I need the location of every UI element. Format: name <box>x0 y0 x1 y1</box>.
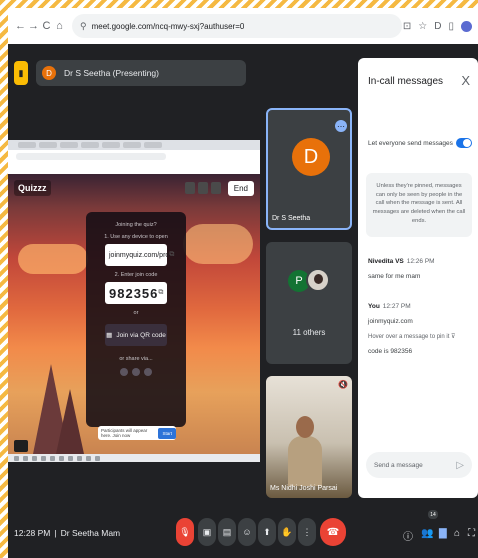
send-message-placeholder: Send a message <box>374 461 423 469</box>
messages-info: Unless they're pinned, messages can only… <box>366 173 472 237</box>
allow-messages-toggle[interactable] <box>456 138 472 148</box>
participant-avatar: D <box>292 138 330 176</box>
message-text: code is 982356 <box>368 348 413 355</box>
people-icon[interactable]: 👥 <box>421 528 433 539</box>
send-message-input[interactable]: Send a message ▷ <box>366 452 472 478</box>
allow-messages-label: Let everyone send messages <box>368 139 453 147</box>
message-sender: You <box>368 303 380 310</box>
or-label: or <box>133 310 139 316</box>
quiz-notification: Participants will appear here. Join now … <box>98 426 176 440</box>
quiz-logo: Quizzz <box>14 180 51 196</box>
fullscreen-icon <box>210 182 221 194</box>
message-text: joinmyquiz.com <box>368 318 413 325</box>
qr-code-icon: ▦ <box>106 332 113 339</box>
join-url: joinmyquiz.com/pro <box>109 251 170 259</box>
shared-screen: Quizzz End Joining the quiz? 1. Use any … <box>8 140 260 462</box>
separator: | <box>54 528 57 538</box>
screen-cast-icon[interactable]: ⊡ <box>403 21 411 32</box>
allow-messages-row: Let everyone send messages <box>368 138 472 148</box>
back-icon[interactable]: ← <box>14 20 27 32</box>
shared-address-bar <box>8 150 260 162</box>
join-title: Joining the quiz? <box>115 222 157 228</box>
message-time: 12:27 PM <box>382 303 411 310</box>
activities-icon[interactable]: ⌂ <box>454 528 460 539</box>
reload-icon[interactable]: C <box>40 20 53 32</box>
others-count-label: 11 others <box>292 328 326 337</box>
close-icon[interactable]: X <box>461 73 470 88</box>
quiz-end-button: End <box>227 180 254 196</box>
quiz-start-button: Start <box>158 427 176 439</box>
participant-tile-presenter[interactable]: D ⋯ Dr S Seetha <box>266 108 352 230</box>
join-code: 982356 <box>109 285 159 301</box>
join-card: Joining the quiz? 1. Use any device to o… <box>86 212 186 427</box>
join-step-2: 2. Enter join code <box>114 272 158 278</box>
presenter-avatar: D <box>42 66 56 80</box>
url-text: meet.google.com/ncq-mwy-sxj?authuser=0 <box>91 21 245 31</box>
leave-call-button[interactable]: ☎ <box>320 518 346 546</box>
join-url-field: joinmyquiz.com/pro ⧉ <box>105 244 174 266</box>
volume-icon <box>197 182 208 194</box>
participant-name: Dr S Seetha <box>272 215 311 222</box>
meeting-time: 12:28 PM <box>14 528 51 538</box>
present-button[interactable]: ⬆ <box>258 518 276 546</box>
chat-message: Nivedita VS 12:26 PM same for me mam <box>368 258 472 280</box>
join-step-1: 1. Use any device to open <box>104 234 168 240</box>
address-bar[interactable]: ⚲ meet.google.com/ncq-mwy-sxj?authuser=0 <box>72 14 402 38</box>
qr-join-label: Join via QR code <box>116 331 166 339</box>
participant-tile-others[interactable]: P 11 others <box>266 242 352 364</box>
presenting-label: Dr S Seetha (Presenting) <box>64 68 159 78</box>
sidepanel-icon[interactable]: ▯ <box>448 21 454 32</box>
mic-muted-icon: 🔇 <box>338 380 348 389</box>
participant-video <box>266 376 352 498</box>
captions-button[interactable]: ▤ <box>218 518 236 546</box>
host-controls-icon[interactable]: ⛶ <box>468 528 475 539</box>
emoji-button[interactable]: ☺ <box>238 518 256 546</box>
settings-icon <box>184 182 195 194</box>
meeting-control-bar: 12:28 PM | Dr Seetha Mam 🎙 ▣ ▤ ☺ ⬆ ✋ ⋮ ☎… <box>8 508 478 558</box>
meeting-name: Dr Seetha Mam <box>60 528 121 538</box>
participant-name: Ms Nidhi Joshi Parsai <box>270 485 338 492</box>
pin-hint: Hover over a message to pin it ⊽ <box>368 334 456 340</box>
presenter-bar: ▮ D Dr S Seetha (Presenting) <box>8 58 246 88</box>
captions-thumbnail <box>14 440 28 452</box>
copy-icon: ⧉ <box>158 289 164 296</box>
message-sender: Nivedita VS <box>368 258 404 265</box>
bookmark-star-icon[interactable]: ☆ <box>418 21 427 32</box>
share-via-label: or share via... <box>119 356 153 362</box>
message-text: same for me mam <box>368 273 421 280</box>
raise-hand-button[interactable]: ✋ <box>278 518 296 546</box>
presentation-icon[interactable]: ▮ <box>14 61 28 85</box>
in-call-messages-panel: In-call messages X Let everyone send mes… <box>358 58 478 498</box>
panel-title: In-call messages <box>368 76 444 87</box>
copy-icon: ⧉ <box>169 251 175 258</box>
qr-join-button: ▦ Join via QR code <box>105 324 167 346</box>
chat-message: You 12:27 PM joinmyquiz.com Hover over a … <box>368 303 472 355</box>
more-options-button[interactable]: ⋮ <box>298 518 316 546</box>
participant-tile-video[interactable]: 🔇 Ms Nidhi Joshi Parsai <box>266 376 352 498</box>
home-icon[interactable]: ⌂ <box>53 20 66 32</box>
forward-icon[interactable]: → <box>27 20 40 32</box>
presenting-chip[interactable]: D Dr S Seetha (Presenting) <box>36 60 246 86</box>
mic-off-button[interactable]: 🎙 <box>176 518 194 546</box>
message-time: 12:26 PM <box>406 258 435 265</box>
quiz-notification-text: Participants will appear here. Join now <box>101 428 148 438</box>
chat-icon[interactable]: ▇ <box>439 528 447 539</box>
browser-toolbar: ← → C ⌂ ⚲ meet.google.com/ncq-mwy-sxj?au… <box>8 8 478 44</box>
shared-taskbar <box>8 454 260 462</box>
shared-tab-strip <box>8 140 260 150</box>
browser-actions: ⊡ ☆ D ▯ <box>403 20 472 32</box>
browser-window: ← → C ⌂ ⚲ meet.google.com/ncq-mwy-sxj?au… <box>8 8 478 558</box>
camera-button[interactable]: ▣ <box>198 518 216 546</box>
meeting-info-icon[interactable]: ⓘ <box>403 528 413 543</box>
profile-avatar[interactable] <box>461 20 472 32</box>
participant-count-badge: 14 <box>428 510 438 519</box>
quiz-header: Quizzz End <box>8 174 260 202</box>
send-icon[interactable]: ▷ <box>456 460 464 471</box>
extension-icon[interactable]: D <box>434 21 441 32</box>
site-info-icon[interactable]: ⚲ <box>80 21 87 32</box>
join-code-field: 982356 ⧉ <box>105 282 167 304</box>
more-options-icon[interactable]: ⋯ <box>335 120 347 132</box>
participant-photo-avatar <box>306 268 330 292</box>
share-icons <box>120 368 152 376</box>
